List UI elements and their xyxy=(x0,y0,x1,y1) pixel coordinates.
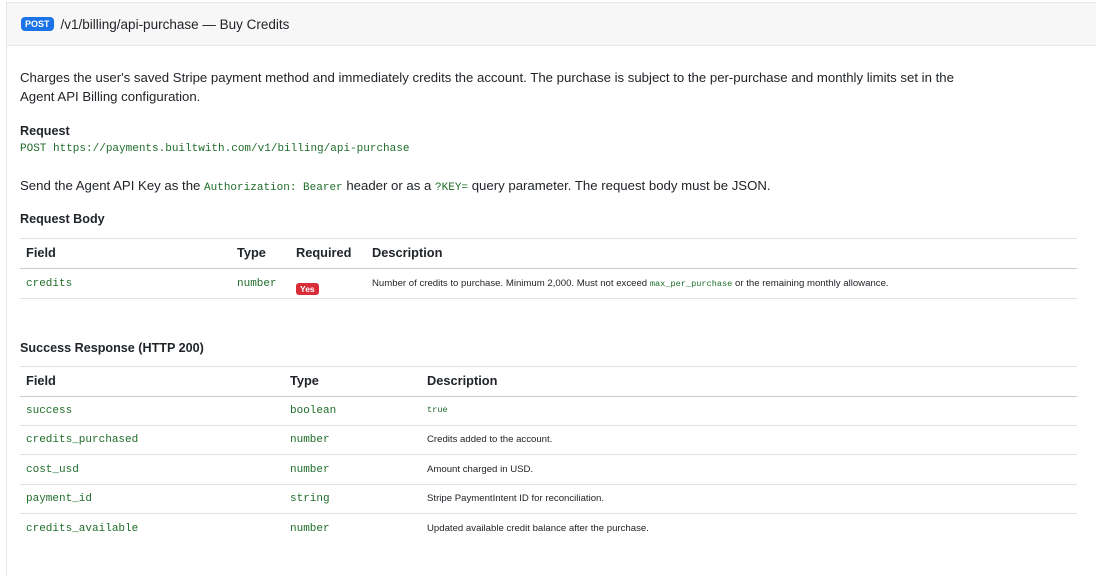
field-type: number xyxy=(237,278,277,290)
field-type: number xyxy=(290,434,330,446)
field-name: payment_id xyxy=(26,493,93,505)
field-name: credits_available xyxy=(26,523,139,535)
required-badge: Yes xyxy=(296,283,319,295)
col-header-description: Description xyxy=(372,245,443,260)
request-body-heading: Request Body xyxy=(20,212,105,226)
col-header-description: Description xyxy=(427,373,498,388)
endpoint-card: POST /v1/billing/api-purchase — Buy Cred… xyxy=(6,2,1096,576)
field-type: number xyxy=(290,464,330,476)
auth-note-prefix: Send the Agent API Key as the xyxy=(20,178,205,193)
endpoint-header[interactable]: POST /v1/billing/api-purchase — Buy Cred… xyxy=(7,3,1096,46)
col-header-required: Required xyxy=(296,245,352,260)
field-description: true xyxy=(427,405,448,415)
divider xyxy=(20,513,1077,514)
divider xyxy=(20,454,1077,455)
divider xyxy=(20,425,1077,426)
field-description: Credits added to the account. xyxy=(427,434,553,445)
method-badge: POST xyxy=(21,17,54,31)
col-header-field: Field xyxy=(26,373,56,388)
divider xyxy=(20,238,1077,239)
desc-code: max_per_purchase xyxy=(649,279,733,289)
field-type: string xyxy=(290,493,330,505)
field-description: Updated available credit balance after t… xyxy=(427,523,649,534)
auth-note-suffix: query parameter. The request body must b… xyxy=(468,178,771,193)
col-header-field: Field xyxy=(26,245,56,260)
request-heading: Request xyxy=(20,124,70,138)
divider xyxy=(20,268,1077,269)
desc-prefix: Number of credits to purchase. Minimum 2… xyxy=(372,278,650,289)
field-type: number xyxy=(290,523,330,535)
field-name: cost_usd xyxy=(26,464,79,476)
divider xyxy=(20,366,1077,367)
divider xyxy=(20,484,1077,485)
field-type: boolean xyxy=(290,405,337,417)
auth-header-code: Authorization: Bearer xyxy=(204,182,343,194)
auth-note: Send the Agent API Key as the Authorizat… xyxy=(20,175,771,199)
intro-line-2: Agent API Billing configuration. xyxy=(20,89,201,104)
field-description: Stripe PaymentIntent ID for reconciliati… xyxy=(427,493,605,504)
field-name: success xyxy=(26,405,73,417)
intro-line-1: Charges the user's saved Stripe payment … xyxy=(20,70,954,85)
field-name: credits_purchased xyxy=(26,434,139,446)
field-description: Number of credits to purchase. Minimum 2… xyxy=(372,278,889,289)
divider xyxy=(20,396,1077,397)
col-header-type: Type xyxy=(290,373,319,388)
field-name: credits xyxy=(26,278,73,290)
request-url: POST https://payments.builtwith.com/v1/b… xyxy=(20,143,410,155)
desc-suffix: or the remaining monthly allowance. xyxy=(732,278,889,289)
auth-note-middle: header or as a xyxy=(342,178,436,193)
endpoint-title: /v1/billing/api-purchase — Buy Credits xyxy=(60,16,290,32)
col-header-type: Type xyxy=(237,245,266,260)
key-param-code: ?KEY= xyxy=(435,182,469,194)
field-description: Amount charged in USD. xyxy=(427,464,534,475)
success-response-heading: Success Response (HTTP 200) xyxy=(20,341,204,355)
required-cell: Yes xyxy=(296,279,319,297)
divider xyxy=(20,298,1077,299)
